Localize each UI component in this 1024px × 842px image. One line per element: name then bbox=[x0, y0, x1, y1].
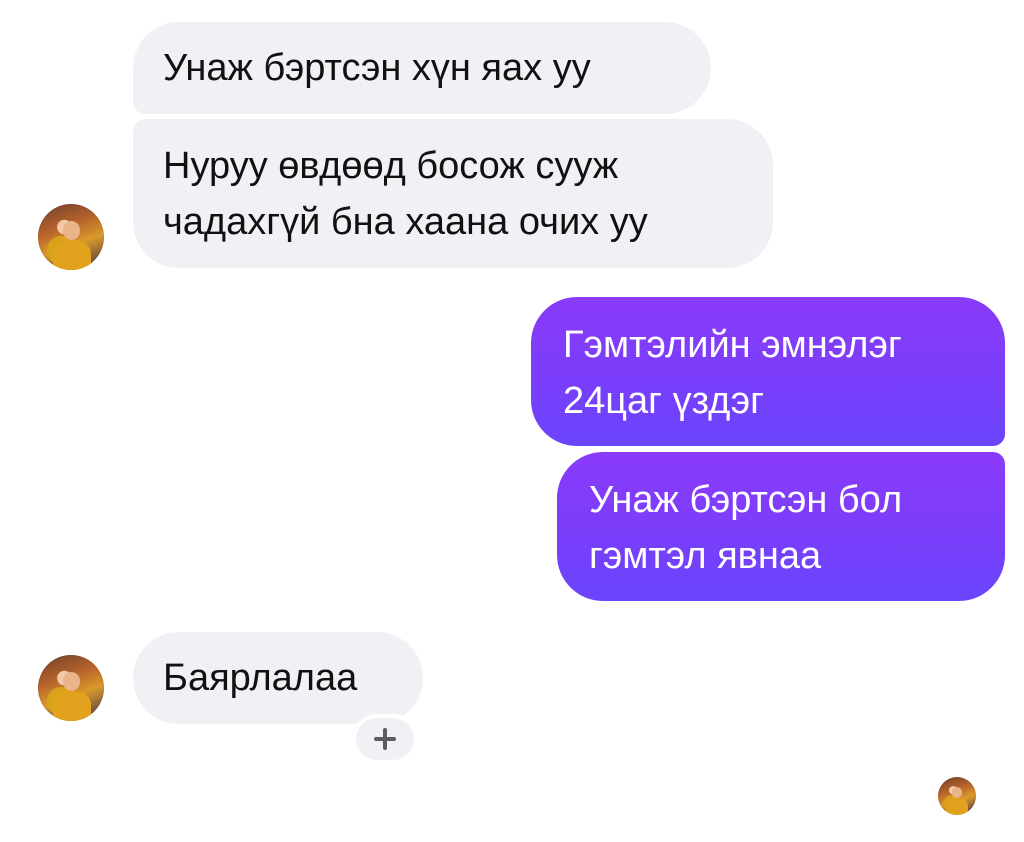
avatar-robe-shape bbox=[52, 240, 91, 270]
avatar-robe-shape bbox=[946, 797, 969, 815]
plus-icon bbox=[373, 727, 397, 751]
contact-avatar[interactable] bbox=[38, 204, 104, 270]
message-bubble-incoming[interactable]: Унаж бэртсэн хүн яах уу bbox=[133, 22, 711, 114]
avatar-face-shape bbox=[63, 221, 81, 240]
avatar-face-shape bbox=[63, 672, 81, 691]
add-reaction-button[interactable] bbox=[352, 714, 418, 764]
message-text-line: чадахгүй бна хаана очих уу bbox=[163, 201, 648, 243]
message-bubble-outgoing[interactable]: Унаж бэртсэн бол гэмтэл явнаа bbox=[557, 452, 1005, 601]
message-text-line: Унаж бэртсэн бол bbox=[589, 479, 903, 521]
message-bubble-incoming[interactable]: Нуруу өвдөөд босож сууж чадахгүй бна хаа… bbox=[133, 119, 773, 268]
avatar-face-shape bbox=[952, 786, 963, 798]
message-text: Унаж бэртсэн хүн яах уу bbox=[163, 47, 591, 89]
message-text: Баярлалаа bbox=[163, 657, 358, 699]
message-bubble-incoming[interactable]: Баярлалаа bbox=[133, 632, 423, 724]
avatar-robe-shape bbox=[52, 691, 91, 721]
seen-avatar bbox=[938, 777, 976, 815]
message-bubble-outgoing[interactable]: Гэмтэлийн эмнэлэг 24цаг үздэг bbox=[531, 297, 1005, 446]
contact-avatar[interactable] bbox=[38, 655, 104, 721]
message-text-line: 24цаг үздэг bbox=[563, 380, 765, 422]
message-text-line: гэмтэл явнаа bbox=[589, 535, 822, 577]
message-text-line: Нуруу өвдөөд босож сууж bbox=[163, 145, 619, 187]
message-text-line: Гэмтэлийн эмнэлэг bbox=[563, 324, 902, 366]
